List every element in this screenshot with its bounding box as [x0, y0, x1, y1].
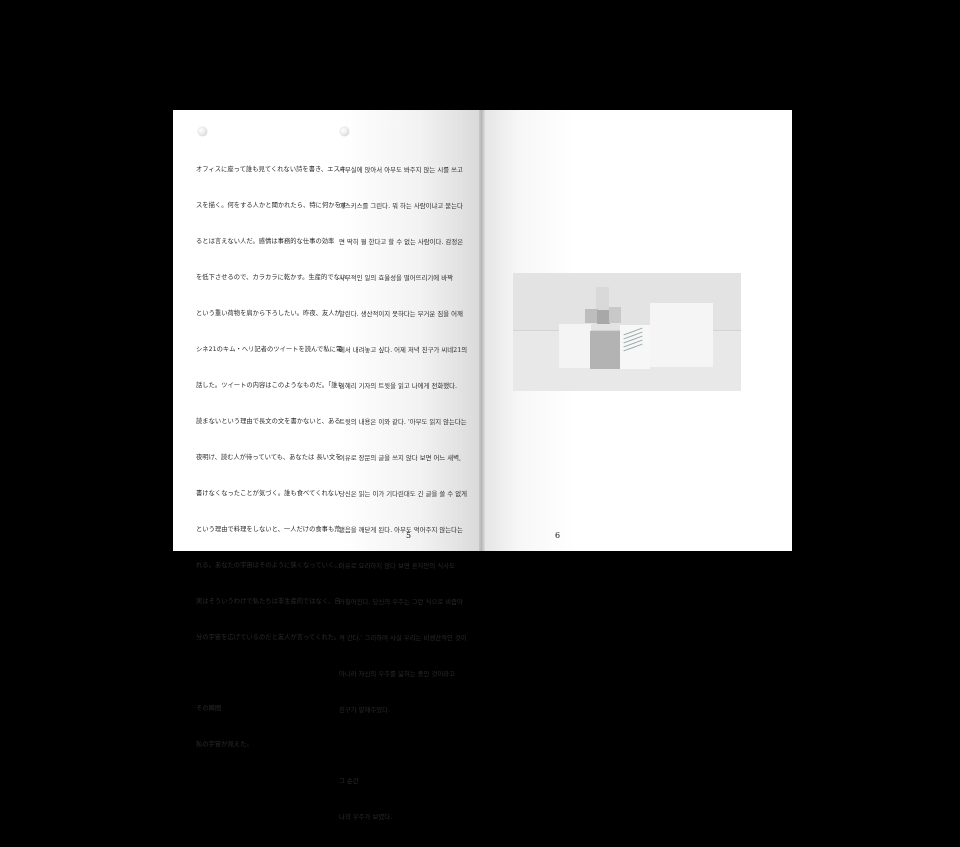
handwritten-note [620, 325, 650, 369]
text-line: という理由で料理をしないと、一人だけの食事も荒 [196, 526, 341, 533]
text-line: を低下させるので、カラカラに乾かす。生産的でない [196, 274, 347, 281]
text-line: 친구가 말해주었다. [339, 706, 391, 714]
text-line: という重い荷物を肩から下ろしたい。昨夜、友人が [196, 310, 341, 317]
photograph [513, 273, 741, 391]
text-line: 実はそういうわけで私たちは非生産的ではなく、自 [196, 598, 341, 605]
closing-line: 私の宇宙が見えた。 [196, 741, 253, 748]
closing-line: 나의 우주가 보였다. [339, 813, 393, 821]
closing-line: 그 순간 [339, 777, 359, 785]
text-line: 당신은 읽는 이가 기다린대도 긴 글을 쓸 수 없게 [339, 490, 467, 498]
text-line: 이유로 요리하지 않다 보면 혼자만의 식사도 [339, 562, 455, 570]
text-line: 거칠어진다. 당신의 우주는 그런 식으로 비좁아 [339, 598, 463, 606]
book-gutter [479, 110, 485, 551]
text-line: シネ21のキム・ヘリ記者のツイートを読んで私に電 [196, 346, 343, 353]
moon-icon-left [198, 127, 207, 136]
text-line: 分の宇宙を広げているのだと友人が言ってくれた。 [196, 634, 341, 641]
text-line: 트윗의 내용은 이와 같다. '아무도 읽지 않는다는 [339, 418, 467, 426]
text-line: 読まないという理由で長文の文を書かないと、ある [196, 418, 341, 425]
text-line: 에서 내려놓고 싶다. 어제 저녁 친구가 씨네21의 [339, 346, 468, 354]
paper-swatch [590, 331, 621, 369]
page-number-right: 6 [555, 531, 561, 540]
text-line: 김혜리 기자의 트윗을 읽고 나에게 전화했다. [339, 382, 458, 390]
text-line: 에스키스를 그린다. 뭐 하는 사람이냐고 묻는다 [339, 202, 463, 210]
text-line: オフィスに座って誰も見てくれない詩を書き、エスキ [196, 166, 347, 173]
korean-text-column: 사무실에 앉아서 아무도 봐주지 않는 시를 쓰고 에스키스를 그린다. 뭐 하… [339, 140, 467, 847]
text-line: 사무실에 앉아서 아무도 봐주지 않는 시를 쓰고 [339, 166, 463, 174]
text-line: るとは言えない人だ。感情は事務的な仕事の効率 [196, 238, 335, 245]
blank-card [650, 303, 713, 367]
moon-icon-middle [340, 127, 349, 136]
paper-swatch [559, 324, 591, 368]
text-line: 됐음을 깨닫게 된다. 아무도 먹어주지 않는다는 [339, 526, 463, 534]
page-number-left: 5 [406, 531, 412, 540]
closing-line: その瞬間 [196, 705, 222, 712]
text-line: 면 딱히 뭘 한다고 할 수 없는 사람이다. 감정은 [339, 238, 464, 246]
text-line: 夜明け、読む人が待っていても、あなたは 長い文を [196, 454, 342, 461]
text-line: 話した。ツイートの内容はこのようなものだ。「誰も [196, 382, 344, 389]
text-line: 이유로 장문의 글을 쓰지 않다 보면 어느 새벽, [339, 454, 462, 462]
text-line: 말린다. 생산적이지 못하다는 무거운 짐을 어깨 [339, 310, 463, 318]
paper-swatch [609, 307, 621, 323]
text-line: れる。あなたの宇宙はそのように狭くなっていく。」 [196, 562, 344, 569]
book-spread: オフィスに座って誰も見てくれない詩を書き、エスキ スを描く。何をする人かと聞かれ… [173, 110, 792, 821]
text-line: スを描く。何をする人かと聞かれたら、特に何かをす [196, 202, 348, 209]
japanese-text-column: オフィスに座って誰も見てくれない詩を書き、エスキ スを描く。何をする人かと聞かれ… [196, 140, 347, 775]
text-line: 사무적인 일의 효율성을 떨어뜨리기에 바짝 [339, 274, 453, 282]
text-line: 아니라 자신의 우주를 넓히는 중인 것이라고 [339, 670, 455, 678]
text-line: 書けなくなったことが気づく。誰も食べてくれない [196, 490, 341, 497]
text-line: 져 간다.' 그리하여 사실 우리는 비생산적인 것이 [339, 634, 467, 642]
